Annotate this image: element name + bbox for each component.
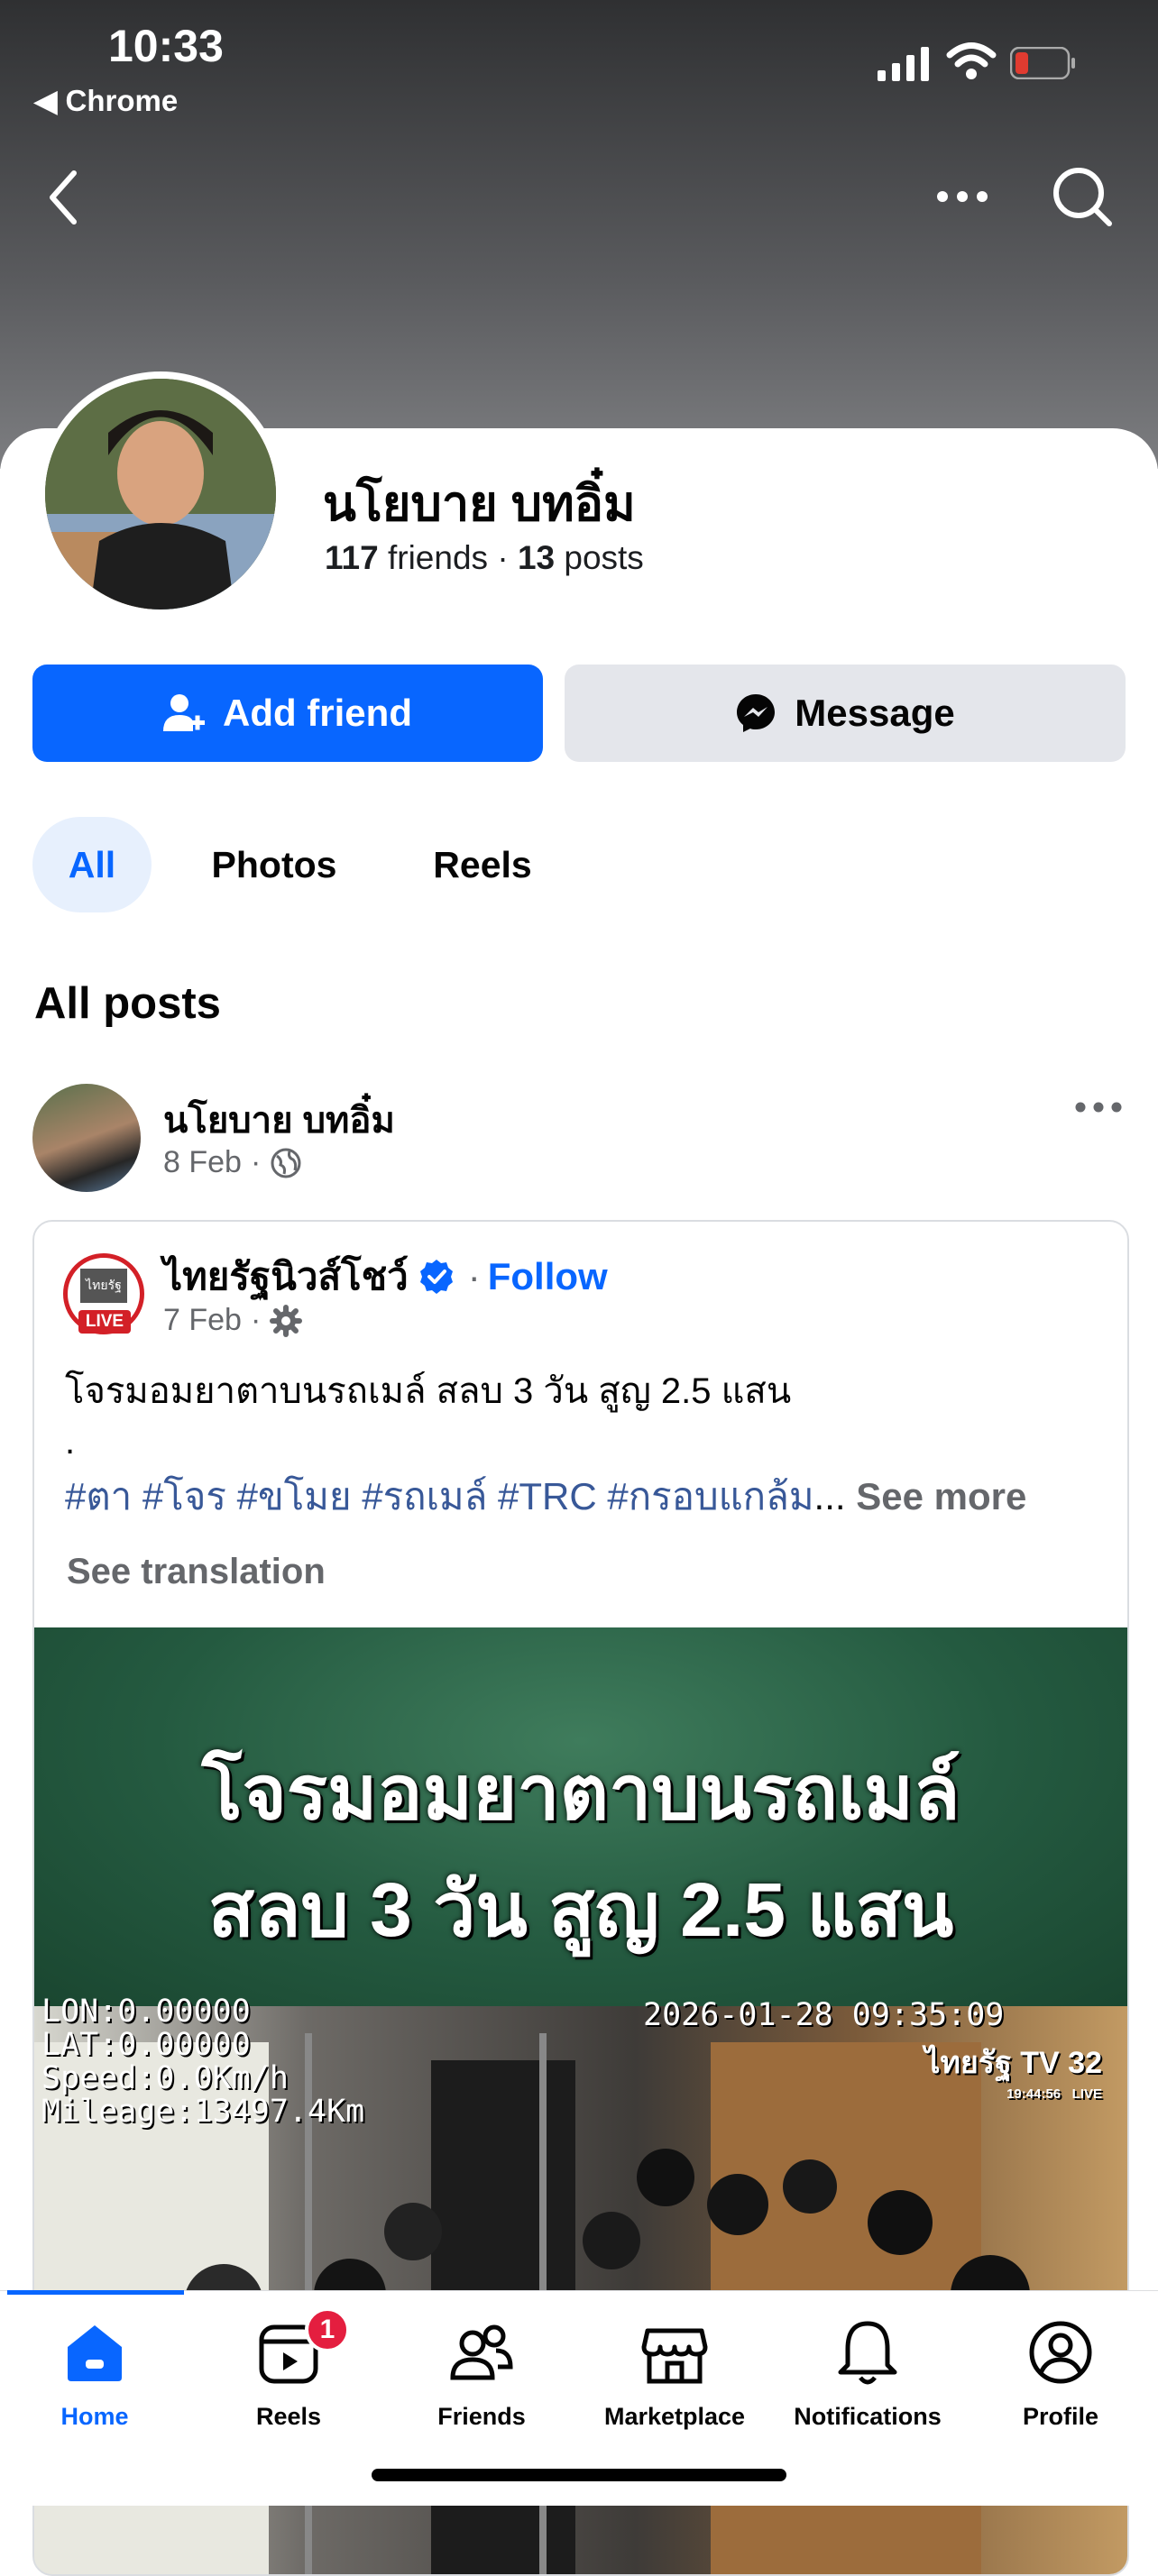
cctv-lat: LAT:0.00000 [41,2027,251,2063]
tv-logo-text: ไทยรัฐ TV 32 [924,2046,1102,2080]
profile-photo [45,379,276,610]
see-translation-link[interactable]: See translation [67,1552,326,1592]
status-time: 10:33 [108,21,224,71]
nav-friends-label: Friends [437,2403,526,2430]
shared-caption: โจรมอมยาตาบนรถเมล์ สลบ 3 วัน สูญ 2.5 แสน [65,1371,792,1411]
tv-time: 19:44:56 [1006,2086,1062,2102]
caption-dot: . [65,1422,76,1462]
post-author-avatar[interactable] [32,1084,141,1192]
nav-home[interactable]: Home [5,2313,185,2431]
post-author-name[interactable]: นโยบาย บทอิ๋ม [163,1091,395,1149]
cctv-speed: Speed:0.0Km/h [41,2060,289,2096]
friends-icon [450,2324,513,2380]
nav-friends[interactable]: Friends [391,2313,572,2431]
meta-dot: · [250,1145,262,1179]
nav-reels[interactable]: 1 Reels [198,2307,379,2431]
tab-reels[interactable]: Reels [417,817,548,912]
nav-profile[interactable]: Profile [970,2313,1151,2431]
add-friend-label: Add friend [223,692,412,734]
video-headline-2: สลบ 3 วัน สูญ 2.5 แสน [207,1867,954,1952]
hashtags-ellipsis: ... [813,1475,846,1517]
shared-page-header: ไทยรัฐนิวส์โชว์ · Follow [163,1247,608,1306]
shared-date[interactable]: 7 Feb [163,1303,242,1338]
battery-icon [1010,47,1075,79]
add-friend-button[interactable]: Add friend [32,665,543,762]
posts-label: posts [555,539,644,576]
cctv-overlay: LON:0.00000 LAT:0.00000 Speed:0.0Km/h Mi… [41,1995,364,2129]
post-meta: 8 Feb · [163,1145,302,1180]
all-posts-heading: All posts [34,979,221,1028]
settings-gear-icon [270,1304,303,1337]
hashtags[interactable]: #ตา #โจร #ขโมย #รถเมล์ #TRC #กรอบแกล้ม [65,1475,814,1517]
search-icon[interactable] [1050,164,1115,229]
nav-marketplace-label: Marketplace [603,2403,746,2430]
hashtags-line: #ตา #โจร #ขโมย #รถเมล์ #TRC #กรอบแกล้ม..… [65,1467,1026,1526]
profile-name: นโยบาย บทอิ๋ม [323,477,636,531]
globe-icon [271,1148,301,1178]
back-icon[interactable] [45,170,81,225]
profile-icon [1029,2321,1092,2384]
nav-notifications-label: Notifications [794,2403,942,2430]
verified-badge-icon [419,1260,453,1294]
page-logo-mark: ไทยรัฐ [80,1269,127,1303]
home-indicator[interactable] [372,2469,786,2481]
page-logo[interactable]: ไทยรัฐ LIVE [63,1253,144,1334]
cctv-lon: LON:0.00000 [41,1994,251,2030]
profile-avatar[interactable] [38,371,283,617]
reels-badge: 1 [305,2307,350,2352]
shared-meta: 7 Feb · [163,1303,303,1338]
marketplace-icon [641,2328,708,2384]
home-icon [68,2325,122,2381]
cctv-mileage: Mileage:13497.4Km [41,2094,365,2130]
notifications-bell-icon [838,2321,897,2385]
stats-separator: · [488,539,518,576]
add-friend-icon [163,694,205,731]
tab-all[interactable]: All [32,817,152,912]
post-date[interactable]: 8 Feb [163,1145,242,1180]
wifi-icon [946,42,997,79]
nav-marketplace[interactable]: Marketplace [584,2313,765,2431]
active-tab-indicator [7,2290,184,2295]
tv-channel-logo: ไทยรัฐ TV 32 19:44:56 LIVE [924,2038,1102,2102]
nav-profile-label: Profile [1022,2403,1099,2430]
nav-reels-label: Reels [255,2403,322,2430]
status-bar: 10:33 ◀ Chrome [0,20,1158,119]
cctv-datetime: 2026-01-28 09:35:09 [643,1997,1005,2033]
messenger-icon [737,694,776,732]
friends-count[interactable]: 117 [325,539,379,576]
video-headline-1: โจรมอมยาตาบนรถเมล์ [201,1750,960,1835]
follow-button[interactable]: Follow [488,1255,608,1298]
shared-meta-dot: · [250,1303,262,1337]
signal-icon [878,47,929,81]
page-logo-live: LIVE [78,1310,131,1334]
profile-stats: 117 friends · 13 posts [325,539,644,577]
tv-logo-sub: 19:44:56 LIVE [924,2086,1102,2102]
back-to-chrome-link[interactable]: ◀ Chrome [34,83,178,118]
message-button[interactable]: Message [565,665,1126,762]
nav-home-label: Home [60,2403,129,2430]
message-label: Message [795,692,955,734]
tv-live: LIVE [1071,2086,1102,2102]
posts-count: 13 [517,539,556,576]
tab-photos[interactable]: Photos [193,817,355,912]
more-options-icon[interactable] [935,186,989,207]
post-more-icon[interactable] [1073,1098,1124,1116]
friends-label[interactable]: friends [379,539,488,576]
nav-notifications[interactable]: Notifications [777,2313,958,2431]
see-more-link[interactable]: See more [856,1475,1026,1517]
shared-page-name[interactable]: ไทยรัฐนิวส์โชว์ [163,1247,409,1306]
follow-dot: · [467,1255,481,1297]
